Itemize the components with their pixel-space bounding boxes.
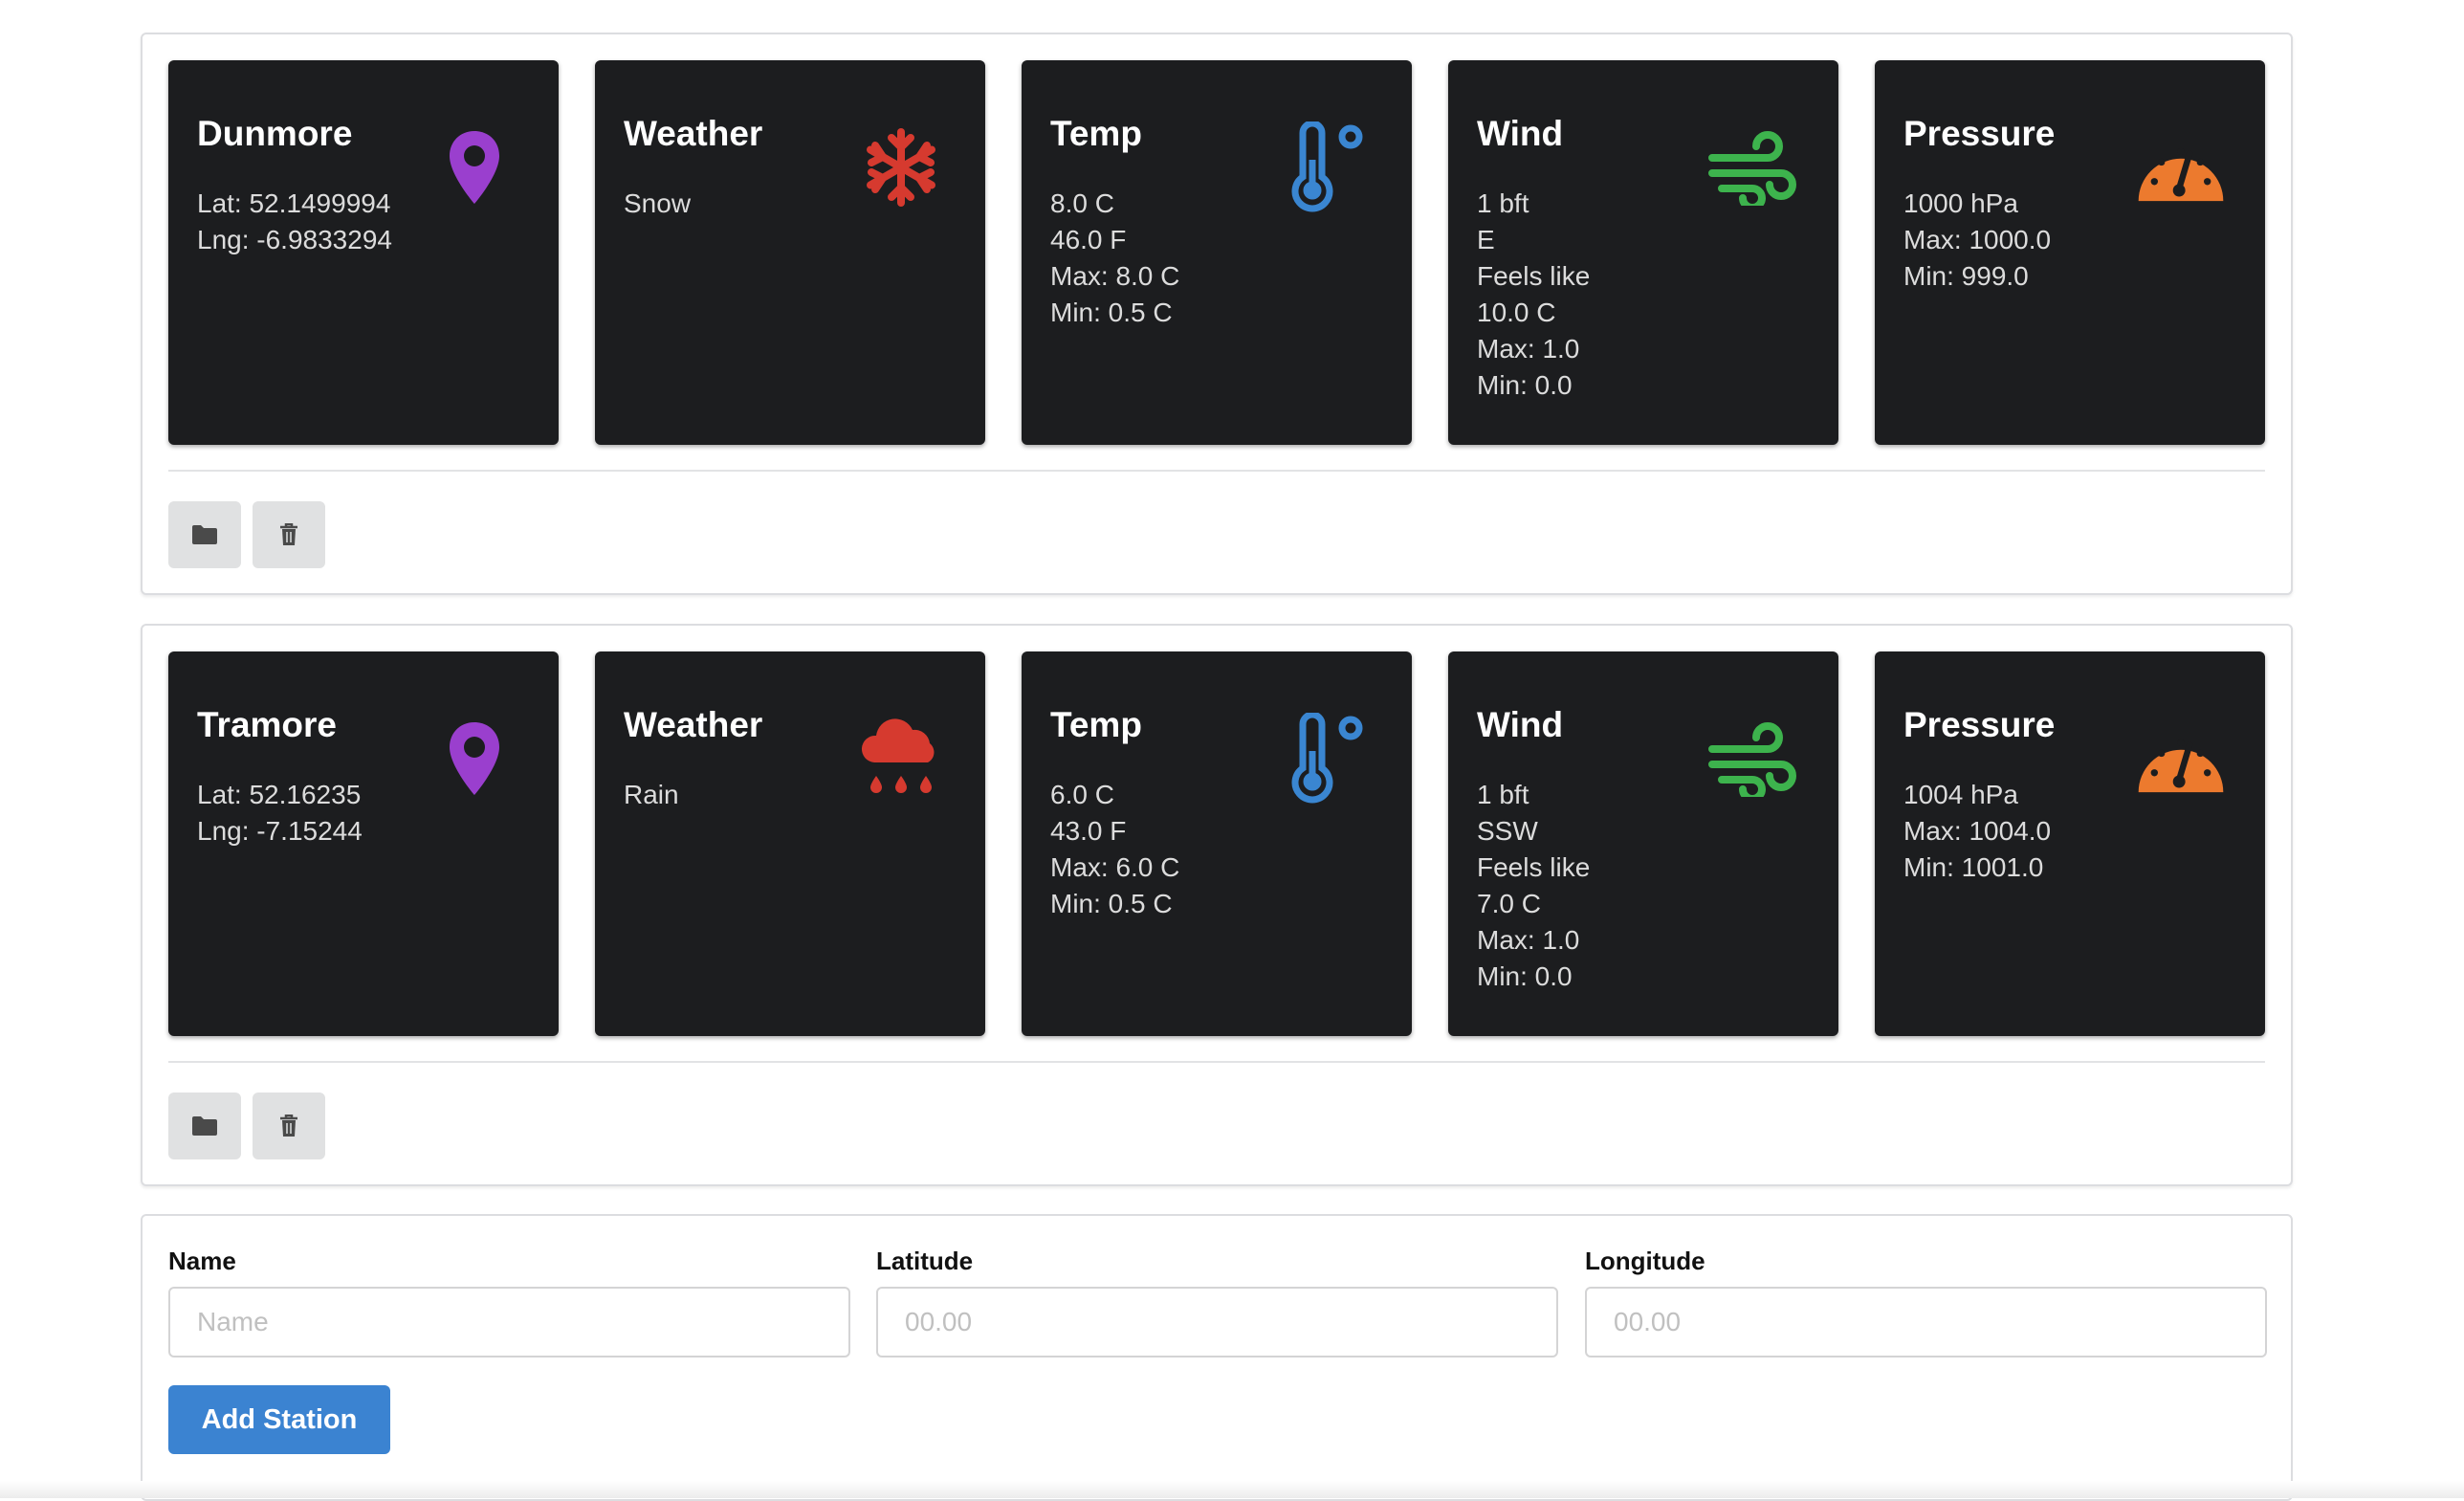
latitude-field: Latitude (876, 1247, 1558, 1358)
name-label: Name (168, 1247, 236, 1275)
wind-icon (1708, 121, 1800, 213)
longitude-field: Longitude (1585, 1247, 2267, 1358)
wind-icon (1708, 713, 1800, 805)
temperature-min: Min: 0.5 C (1050, 298, 1173, 327)
longitude-value: Lng: -6.9833294 (197, 225, 392, 254)
feels-like-label: Feels like (1477, 261, 1591, 291)
station-cards: Dunmore Lat: 52.1499994 Lng: -6.9833294 … (168, 60, 2265, 445)
wind-card: Wind 1 bft SSW Feels like 7.0 C Max: 1.0… (1448, 651, 1838, 1036)
wind-min: Min: 0.0 (1477, 370, 1573, 400)
wind-direction: SSW (1477, 816, 1538, 846)
temperature-max: Max: 8.0 C (1050, 261, 1180, 291)
wind-max: Max: 1.0 (1477, 925, 1580, 955)
station-actions (168, 1093, 325, 1159)
pressure-max: Max: 1000.0 (1903, 225, 2052, 254)
latitude-label: Latitude (876, 1247, 974, 1275)
feels-like-value: 7.0 C (1477, 889, 1541, 918)
pressure-min: Min: 1001.0 (1903, 852, 2044, 882)
pressure-max: Max: 1004.0 (1903, 816, 2052, 846)
wind-min: Min: 0.0 (1477, 961, 1573, 991)
station-segment-dunmore: Dunmore Lat: 52.1499994 Lng: -6.9833294 … (141, 33, 2293, 595)
temperature-min: Min: 0.5 C (1050, 889, 1173, 918)
pressure-min: Min: 999.0 (1903, 261, 2029, 291)
station-actions (168, 501, 325, 568)
location-card: Tramore Lat: 52.16235 Lng: -7.15244 (168, 651, 559, 1036)
temperature-fahrenheit: 46.0 F (1050, 225, 1127, 254)
station-segment-tramore: Tramore Lat: 52.16235 Lng: -7.15244 Weat… (141, 624, 2293, 1186)
name-input[interactable] (168, 1287, 850, 1358)
pressure-card: Pressure 1000 hPa Max: 1000.0 Min: 999.0 (1875, 60, 2265, 445)
thermometer-icon (1282, 713, 1374, 805)
snowflake-icon (855, 121, 947, 213)
feels-like-value: 10.0 C (1477, 298, 1556, 327)
wind-max: Max: 1.0 (1477, 334, 1580, 364)
temperature-card: Temp 8.0 C 46.0 F Max: 8.0 C Min: 0.5 C (1022, 60, 1412, 445)
name-field: Name (168, 1247, 850, 1358)
delete-station-button[interactable] (253, 1093, 325, 1159)
gauge-icon (2135, 713, 2227, 805)
longitude-input[interactable] (1585, 1287, 2267, 1358)
trash-icon (280, 523, 297, 545)
divider (168, 1061, 2265, 1063)
delete-station-button[interactable] (253, 501, 325, 568)
divider (168, 470, 2265, 472)
weather-card: Weather Rain (595, 651, 985, 1036)
rain-cloud-icon (855, 713, 947, 805)
open-station-button[interactable] (168, 1093, 241, 1159)
folder-icon (192, 1116, 217, 1136)
thermometer-icon (1282, 121, 1374, 213)
gauge-icon (2135, 121, 2227, 213)
map-marker-icon (429, 713, 520, 805)
add-station-form: Name Latitude Longitude Add Station (141, 1214, 2293, 1501)
latitude-input[interactable] (876, 1287, 1558, 1358)
pressure-card: Pressure 1004 hPa Max: 1004.0 Min: 1001.… (1875, 651, 2265, 1036)
folder-icon (192, 525, 217, 544)
trash-icon (280, 1115, 297, 1137)
wind-card: Wind 1 bft E Feels like 10.0 C Max: 1.0 … (1448, 60, 1838, 445)
temperature-fahrenheit: 43.0 F (1050, 816, 1127, 846)
map-marker-icon (429, 121, 520, 213)
longitude-label: Longitude (1585, 1247, 1705, 1275)
weather-card: Weather Snow (595, 60, 985, 445)
open-station-button[interactable] (168, 501, 241, 568)
location-card: Dunmore Lat: 52.1499994 Lng: -6.9833294 (168, 60, 559, 445)
feels-like-label: Feels like (1477, 852, 1591, 882)
temperature-max: Max: 6.0 C (1050, 852, 1180, 882)
temperature-card: Temp 6.0 C 43.0 F Max: 6.0 C Min: 0.5 C (1022, 651, 1412, 1036)
add-station-button[interactable]: Add Station (168, 1385, 390, 1454)
longitude-value: Lng: -7.15244 (197, 816, 363, 846)
page-bottom-edge (0, 1481, 2464, 1498)
wind-direction: E (1477, 225, 1495, 254)
station-cards: Tramore Lat: 52.16235 Lng: -7.15244 Weat… (168, 651, 2265, 1036)
